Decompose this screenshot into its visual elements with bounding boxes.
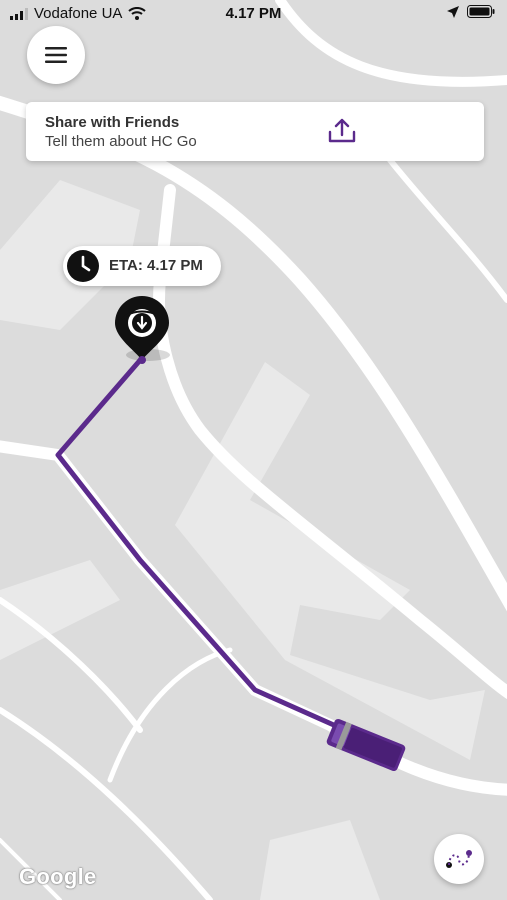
share-upload-icon[interactable] (328, 118, 356, 144)
location-arrow-icon (447, 5, 459, 18)
status-bar-right (447, 5, 495, 18)
status-bar: Vodafone UA 4.17 PM (0, 0, 507, 28)
eta-label: ETA: 4.17 PM (63, 246, 221, 286)
hamburger-menu-icon (45, 47, 67, 63)
clock-icon (67, 250, 99, 282)
share-with-friends-card[interactable]: Share with Friends Tell them about HC Go (26, 102, 484, 161)
menu-button[interactable] (27, 26, 85, 84)
share-card-title: Share with Friends (45, 114, 180, 131)
share-card-subtitle: Tell them about HC Go (45, 133, 197, 150)
eta-text: ETA: 4.17 PM (109, 257, 203, 274)
status-time: 4.17 PM (225, 5, 282, 22)
route-overview-button[interactable] (434, 834, 484, 884)
route-dots-icon (446, 850, 472, 868)
google-attribution: Google (19, 864, 97, 889)
battery-icon (467, 5, 495, 18)
